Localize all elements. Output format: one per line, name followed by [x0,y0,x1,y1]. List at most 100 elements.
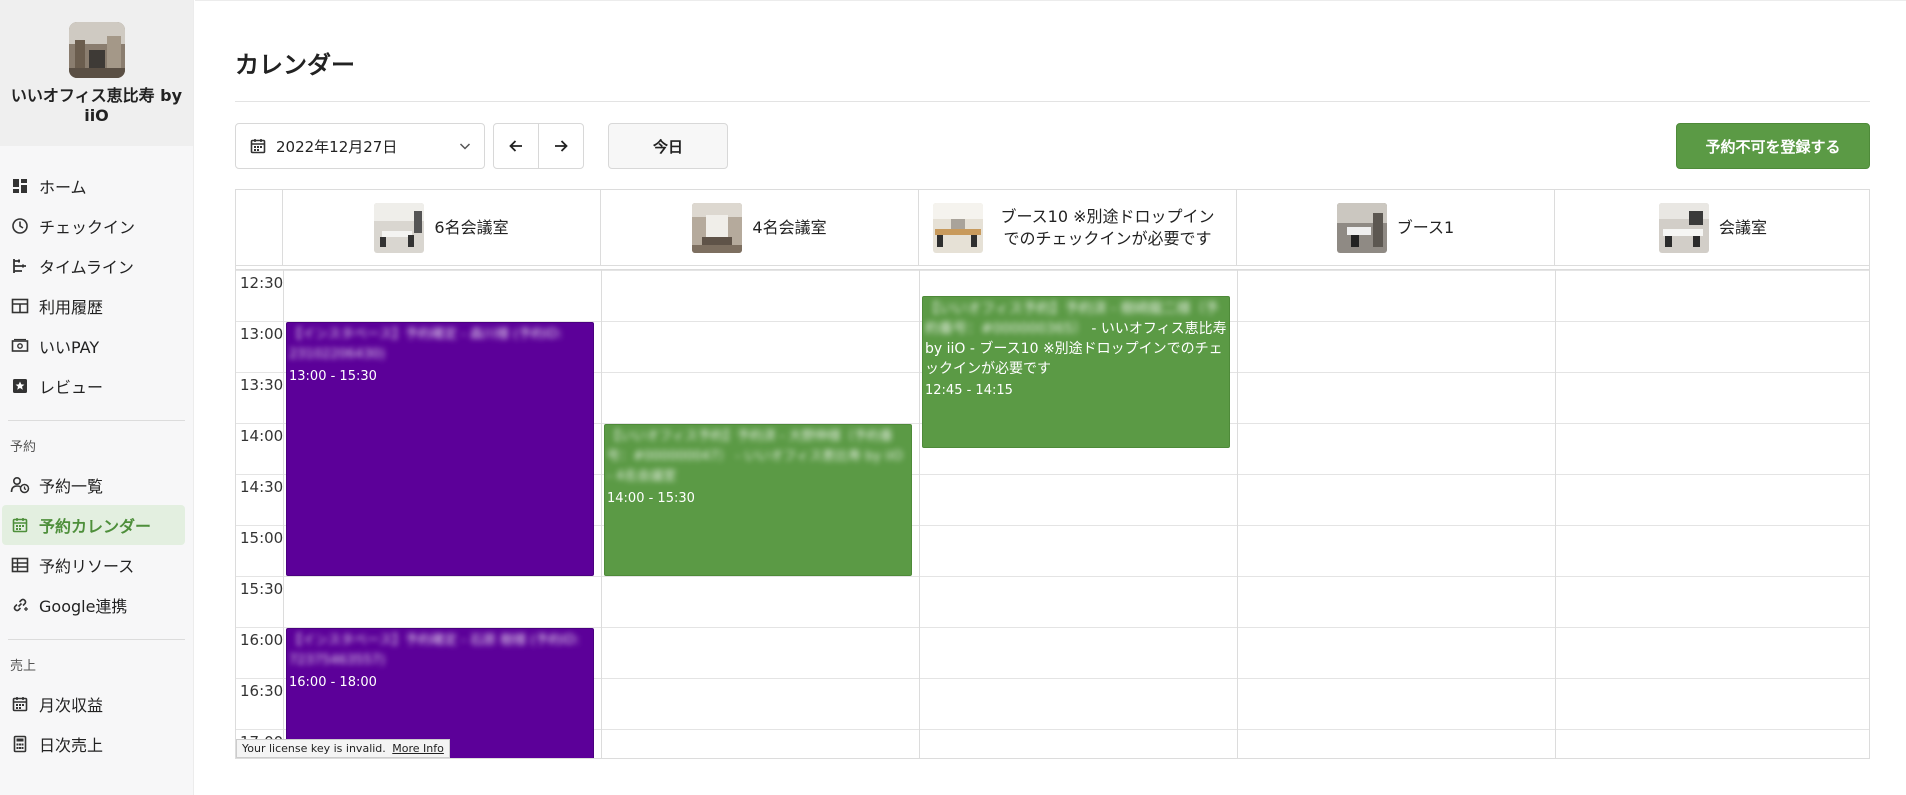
main-nav: ホーム チェックイン タイムライン 利用履歴 いいPAY レビュー [0,166,193,406]
event-title: 【インスタベース】予約確定 - 石原 樹様 (予約ID: 72375463557… [289,633,580,668]
payment-icon [10,336,30,356]
calendar-icon [10,515,30,535]
calendar-toolbar: 2022年12月27日 今日 予約不可を登録する [235,123,1870,169]
nav-daily-label: 日次売上 [39,736,104,755]
time-label: 15:30 [240,580,284,598]
table-icon [10,296,30,316]
date-picker[interactable]: 2022年12月27日 [235,123,485,169]
dashboard-icon [10,176,30,196]
nav-section-sales: 売上 [10,659,37,674]
user-clock-icon [10,475,30,495]
calendar-header: 6名会議室 4名会議室 ブース10 ※別途ドロップインでのチェックインが必要です… [236,190,1869,266]
nav-reservation-list[interactable]: 予約一覧 [2,465,185,505]
page-title: カレンダー [235,51,355,79]
nav-pay-label: いいPAY [39,338,100,357]
arrow-right-icon [553,138,569,154]
nav-reservation-calendar-label: 予約カレンダー [39,517,152,536]
org-logo [68,22,125,78]
nav-review[interactable]: レビュー [2,366,185,406]
resource-header-meeting-room: 会議室 [1555,190,1869,266]
nav-home-label: ホーム [39,178,87,197]
column-divider [1555,270,1556,758]
nav-divider [8,420,185,421]
event-6-room-1300[interactable]: 【インスタベース】予約確定 - 森川様 (予約ID: 23102206430) … [286,322,594,576]
prev-day-button[interactable] [493,123,539,169]
calendar-icon [250,138,266,154]
title-divider [235,101,1870,102]
resource-thumbnail [692,203,743,253]
resource-header-booth10: ブース10 ※別途ドロップインでのチェックインが必要です [919,190,1237,266]
nav-timeline[interactable]: タイムライン [2,246,185,286]
license-text: Your license key is invalid. [242,742,386,755]
event-time: 16:00 - 18:00 [289,675,377,690]
resource-header-4-room: 4名会議室 [601,190,919,266]
slot-line [236,576,1869,577]
calendar-month-icon [10,694,30,714]
event-time: 13:00 - 15:30 [289,369,377,384]
event-4-room-1400[interactable]: 【いいオフィス予約】予約済 - 大野伸様（予約番号：#000000047） - … [604,424,912,576]
slot-line [236,270,1869,271]
event-title: 【いいオフィス予約】予約済 - 樹崎龍二様（予約番号：#000000365） -… [925,299,1227,379]
nav-reservation-list-label: 予約一覧 [39,477,104,496]
resource-name: 会議室 [1718,218,1767,237]
nav-checkin-label: チェックイン [39,218,136,237]
nav-home[interactable]: ホーム [2,166,185,206]
nav-review-label: レビュー [39,378,104,397]
column-divider [601,270,602,758]
star-box-icon [10,376,30,396]
nav-reservation-calendar[interactable]: 予約カレンダー [2,505,185,545]
nav-monthly[interactable]: 月次収益 [2,684,185,724]
nav-pay[interactable]: いいPAY [2,326,185,366]
resource-thumbnail [1336,203,1387,253]
time-label: 13:00 [240,325,284,343]
time-label: 13:30 [240,376,284,394]
next-day-button[interactable] [538,123,584,169]
arrow-left-icon [508,138,524,154]
timeline-icon [10,256,30,276]
resource-name: ブース1 [1396,218,1455,237]
calculator-icon [10,734,30,754]
event-booth10-1245[interactable]: 【いいオフィス予約】予約済 - 樹崎龍二様（予約番号：#000000365） -… [922,296,1230,448]
time-label: 16:30 [240,682,284,700]
license-more-info-link[interactable]: More Info [392,742,444,755]
nav-google-label: Google連携 [39,597,128,616]
column-divider [1237,270,1238,758]
time-label: 15:00 [240,529,284,547]
resource-name: 4名会議室 [752,218,827,237]
register-unavailable-button[interactable]: 予約不可を登録する [1676,123,1870,169]
event-time: 12:45 - 14:15 [925,383,1013,398]
time-label: 16:00 [240,631,284,649]
clock-icon [10,216,30,236]
org-name: いいオフィス恵比寿 by iiO [10,86,183,125]
sales-nav: 月次収益 日次売上 [0,684,193,764]
resource-header-booth1: ブース1 [1237,190,1555,266]
link-icon [10,595,30,615]
resource-thumbnail [374,203,425,253]
nav-reservation-resources-label: 予約リソース [39,557,135,576]
nav-timeline-label: タイムライン [39,258,134,277]
nav-checkin[interactable]: チェックイン [2,206,185,246]
header-gutter [236,190,283,266]
nav-reservation-resources[interactable]: 予約リソース [2,545,185,585]
sidebar: いいオフィス恵比寿 by iiO ホーム チェックイン タイムライン 利用履歴 [0,0,194,795]
resource-name: ブース10 ※別途ドロップインでのチェックインが必要です [1000,207,1215,248]
time-label: 14:30 [240,478,284,496]
time-label: 14:00 [240,427,284,445]
resource-thumbnail [932,203,983,253]
nav-google[interactable]: Google連携 [2,585,185,625]
today-button[interactable]: 今日 [608,123,728,169]
main-content: カレンダー 2022年12月27日 今日 予約不可を登録する 6名会議室 4名会… [195,0,1906,795]
nav-daily[interactable]: 日次売上 [2,724,185,764]
nav-divider-2 [8,639,185,640]
nav-history[interactable]: 利用履歴 [2,286,185,326]
reservation-nav: 予約一覧 予約カレンダー 予約リソース Google連携 [0,465,193,625]
resource-header-6-room: 6名会議室 [283,190,601,266]
event-title: 【いいオフィス予約】予約済 - 大野伸様（予約番号：#000000047） - … [607,427,909,487]
time-label: 12:30 [240,274,284,292]
resource-name: 6名会議室 [434,218,509,237]
license-warning: Your license key is invalid. More Info [236,739,450,758]
date-picker-value: 2022年12月27日 [276,137,398,156]
event-time: 14:00 - 15:30 [607,491,695,506]
event-title: 【インスタベース】予約確定 - 森川様 (予約ID: 23102206430) [289,327,563,362]
nav-section-reservation: 予約 [10,440,37,455]
